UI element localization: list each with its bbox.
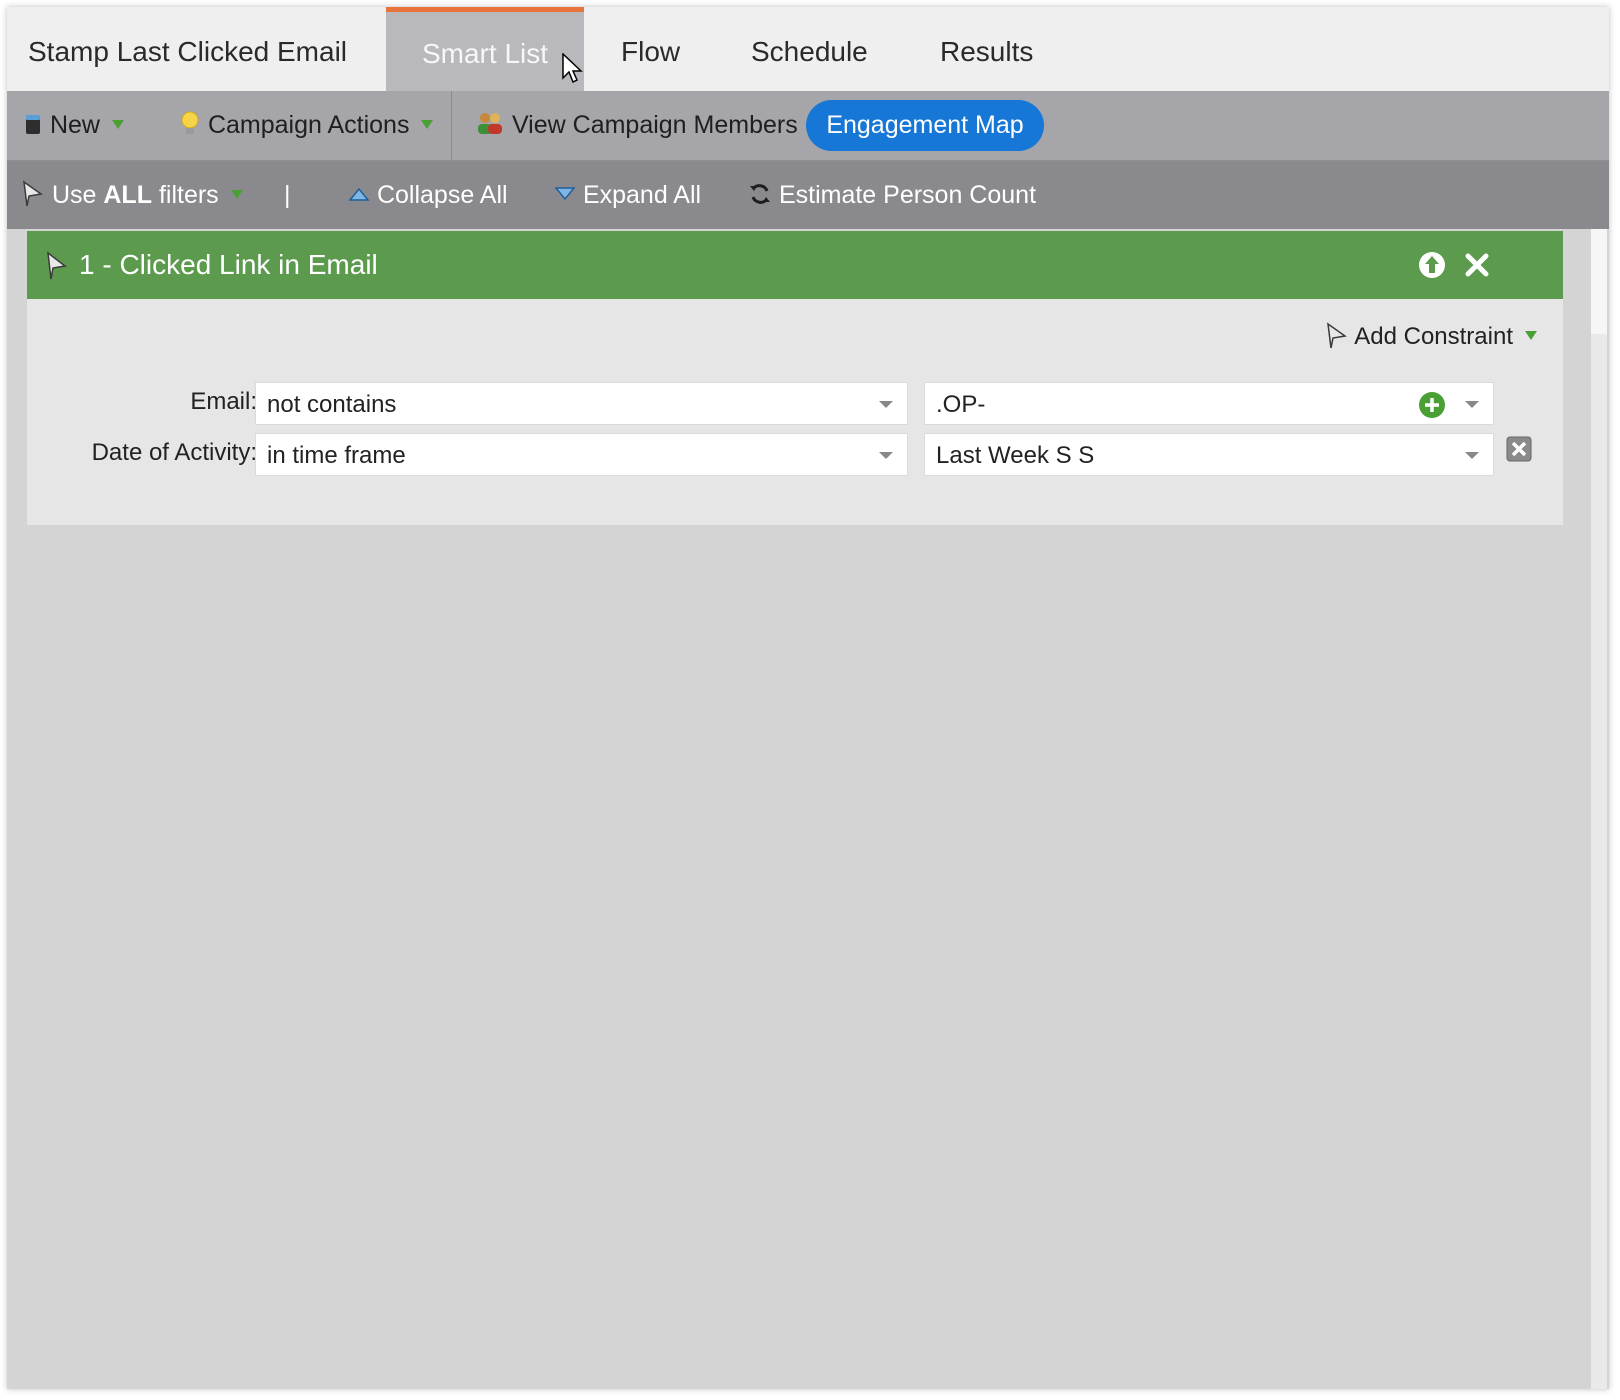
date-of-activity-label: Date of Activity: <box>91 439 257 466</box>
chevron-down-icon <box>1525 331 1537 341</box>
toolbar-divider <box>451 91 452 160</box>
email-operator-select[interactable]: not contains <box>255 382 908 425</box>
tab-bar: Stamp Last Clicked Email Smart List Flow… <box>7 7 1609 92</box>
campaign-toolbar: New Campaign Actions View Campaign Membe… <box>7 91 1609 161</box>
date-operator-select[interactable]: in time frame <box>255 433 908 476</box>
add-constraint-label: Add Constraint <box>1354 323 1513 350</box>
vertical-scrollbar[interactable] <box>1591 229 1607 1389</box>
tab-schedule[interactable]: Schedule <box>751 7 868 91</box>
date-operator-value: in time frame <box>267 442 406 469</box>
filter-toolbar: Use ALL filters | Collapse All Expand Al… <box>7 161 1609 229</box>
estimate-label: Estimate Person Count <box>778 181 1037 209</box>
chevron-down-icon <box>230 189 243 199</box>
toolbar-separator: | <box>284 181 291 209</box>
collapse-all-button[interactable]: Collapse All <box>348 161 508 229</box>
refresh-icon <box>750 184 770 205</box>
close-icon[interactable] <box>1464 252 1490 278</box>
filter-body: Add Constraint Email: not contains .OP- … <box>27 299 1563 525</box>
filter-all-label: ALL <box>103 181 152 209</box>
email-value-select[interactable]: .OP- <box>924 382 1494 425</box>
scrollbar-thumb[interactable] <box>1591 229 1607 334</box>
view-members-label: View Campaign Members <box>511 111 798 139</box>
cursor-icon <box>562 53 583 84</box>
chevron-down-icon <box>421 119 434 129</box>
chevron-down-icon <box>879 401 893 408</box>
filter-icon <box>1326 322 1347 348</box>
tab-smart-list[interactable]: Smart List <box>386 7 584 91</box>
email-value: .OP- <box>936 391 986 418</box>
view-campaign-members-button[interactable]: View Campaign Members <box>475 91 798 160</box>
triangle-down-icon <box>554 187 576 201</box>
campaign-actions-label: Campaign Actions <box>207 111 410 139</box>
app-window: Stamp Last Clicked Email Smart List Flow… <box>7 7 1609 1389</box>
new-icon <box>26 115 40 135</box>
chevron-down-icon <box>111 119 124 129</box>
tab-results[interactable]: Results <box>940 7 1033 91</box>
new-label: New <box>49 111 100 139</box>
chevron-down-icon <box>1465 452 1479 459</box>
tab-flow[interactable]: Flow <box>621 7 680 91</box>
filter-icon <box>23 180 43 207</box>
campaign-actions-button[interactable]: Campaign Actions <box>179 91 434 160</box>
estimate-person-count-button[interactable]: Estimate Person Count <box>748 161 1036 229</box>
add-icon[interactable] <box>1418 391 1446 419</box>
campaign-title: Stamp Last Clicked Email <box>28 36 348 67</box>
engagement-map-button[interactable]: Engagement Map <box>806 100 1044 151</box>
filter-filters-label: filters <box>158 181 219 209</box>
lightbulb-icon <box>181 111 199 135</box>
filter-logic-menu[interactable]: Use ALL filters <box>21 161 243 229</box>
email-label: Email: <box>190 388 257 415</box>
filter-icon <box>47 251 67 280</box>
members-icon <box>478 113 502 135</box>
remove-constraint-icon[interactable] <box>1506 436 1532 462</box>
filter-header[interactable]: 1 - Clicked Link in Email <box>27 231 1563 299</box>
expand-all-button[interactable]: Expand All <box>554 161 701 229</box>
chevron-down-icon <box>879 452 893 459</box>
chevron-down-icon <box>1465 401 1479 408</box>
filter-title: 1 - Clicked Link in Email <box>79 249 378 280</box>
date-value: Last Week S S <box>936 442 1095 469</box>
new-menu-button[interactable]: New <box>23 91 124 160</box>
collapse-all-label: Collapse All <box>376 181 508 209</box>
date-value-select[interactable]: Last Week S S <box>924 433 1494 476</box>
email-operator-value: not contains <box>267 391 397 418</box>
filter-use-label: Use <box>51 181 97 209</box>
add-constraint-button[interactable]: Add Constraint <box>1325 322 1537 352</box>
move-up-icon[interactable] <box>1418 251 1446 279</box>
triangle-up-icon <box>348 188 370 202</box>
expand-all-label: Expand All <box>582 181 702 209</box>
